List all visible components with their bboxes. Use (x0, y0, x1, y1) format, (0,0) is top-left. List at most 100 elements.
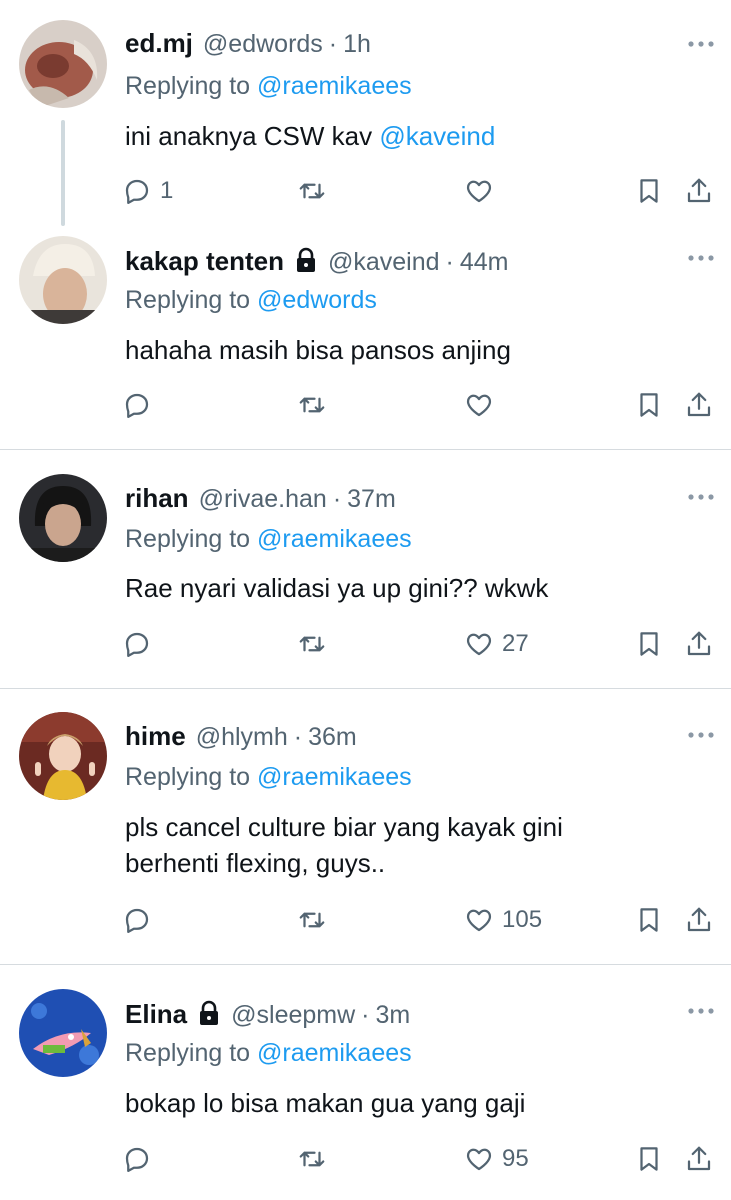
tweet[interactable]: rihan @rivae.han · 37m Replying to @raem… (0, 450, 731, 689)
share-button[interactable] (684, 624, 714, 664)
like-button[interactable]: 95 (464, 1139, 529, 1179)
display-name[interactable]: Elina (125, 999, 187, 1030)
tweet-text: pls cancel culture biar yang kayak gini … (125, 809, 685, 881)
user-handle[interactable]: @edwords (203, 30, 323, 59)
tweet-text: ini anaknya CSW kav @kaveind (125, 118, 685, 154)
reply-icon (125, 393, 149, 418)
tweet[interactable]: ed.mj @edwords · 1h Replying to @raemika… (0, 0, 731, 228)
bookmark-icon (640, 632, 658, 656)
retweet-button[interactable] (296, 900, 328, 940)
bookmark-icon (640, 393, 658, 417)
replying-to: Replying to @raemikaees (125, 525, 412, 554)
replying-to-label: Replying to (125, 525, 251, 553)
reply-button[interactable] (122, 624, 160, 664)
more-options-icon[interactable] (687, 493, 715, 501)
separator-dot: · (445, 248, 454, 276)
tweet-mention[interactable]: @kaveind (379, 121, 495, 151)
tweet-text-line: pls cancel culture biar yang kayak gini (125, 812, 563, 842)
heart-icon (466, 1148, 492, 1171)
timestamp[interactable]: 37m (347, 485, 396, 514)
retweet-button[interactable] (296, 624, 328, 664)
bookmark-icon (640, 1147, 658, 1171)
more-options-icon[interactable] (687, 254, 715, 262)
share-button[interactable] (684, 1139, 714, 1179)
retweet-icon (299, 183, 325, 199)
replying-to-mention[interactable]: @raemikaees (257, 763, 412, 791)
share-button[interactable] (684, 385, 714, 425)
like-button[interactable]: 27 (464, 624, 529, 664)
reply-icon (125, 179, 149, 204)
avatar[interactable] (19, 474, 107, 562)
separator-dot: · (328, 30, 338, 58)
user-handle[interactable]: @sleepmw (231, 1001, 355, 1030)
reply-button[interactable] (122, 385, 160, 425)
replying-to-mention[interactable]: @raemikaees (257, 72, 412, 100)
display-name[interactable]: rihan (125, 483, 189, 514)
reply-button[interactable] (122, 900, 160, 940)
bookmark-button[interactable] (634, 171, 664, 211)
user-handle[interactable]: @rivae.han (199, 485, 327, 514)
timestamp[interactable]: 1h (343, 30, 371, 59)
avatar[interactable] (19, 712, 107, 800)
bookmark-button[interactable] (634, 385, 664, 425)
reply-count: 1 (160, 177, 174, 204)
retweet-icon (299, 636, 325, 652)
tweet[interactable]: kakap tenten @kaveind · 44m Replying to … (0, 228, 731, 450)
timestamp[interactable]: 36m (308, 723, 357, 752)
heart-icon (466, 909, 492, 932)
more-options-icon[interactable] (687, 1007, 715, 1015)
share-button[interactable] (684, 900, 714, 940)
like-button[interactable] (464, 171, 502, 211)
timestamp[interactable]: 3m (376, 1001, 411, 1030)
retweet-button[interactable] (296, 1139, 328, 1179)
heart-icon (466, 633, 492, 656)
like-button[interactable] (464, 385, 502, 425)
more-options-icon[interactable] (687, 731, 715, 739)
retweet-icon (299, 397, 325, 413)
tweet[interactable]: hime @hlymh · 36m Replying to @raemikaee… (0, 689, 731, 965)
user-handle[interactable]: @hlymh (196, 723, 288, 752)
bookmark-button[interactable] (634, 900, 664, 940)
reply-button[interactable]: 1 (122, 171, 173, 211)
retweet-icon (299, 912, 325, 928)
retweet-button[interactable] (296, 171, 328, 211)
like-button[interactable]: 105 (464, 900, 542, 940)
reply-button[interactable] (122, 1139, 160, 1179)
display-name[interactable]: kakap tenten (125, 246, 284, 277)
avatar[interactable] (19, 989, 107, 1077)
avatar-icon (19, 989, 107, 1077)
more-options-icon[interactable] (687, 40, 715, 48)
heart-icon (466, 394, 492, 417)
display-name[interactable]: hime (125, 721, 186, 752)
display-name[interactable]: ed.mj (125, 28, 193, 59)
replying-to-mention[interactable]: @edwords (257, 286, 377, 314)
action-bar: 95 (0, 1139, 731, 1179)
tweet[interactable]: Elina @sleepmw · 3m Replying to @raemika… (0, 965, 731, 1200)
bookmark-button[interactable] (634, 624, 664, 664)
replying-to: Replying to @raemikaees (125, 763, 412, 792)
action-bar: 105 (0, 900, 731, 940)
tweet-text-plain: bokap lo bisa makan gua yang gaji (125, 1088, 526, 1118)
share-icon (687, 631, 711, 656)
user-handle[interactable]: @kaveind (328, 248, 440, 277)
share-icon (687, 178, 711, 203)
avatar[interactable] (19, 20, 107, 108)
avatar[interactable] (19, 236, 107, 324)
avatar-icon (19, 20, 107, 108)
share-icon (687, 907, 711, 932)
like-count: 105 (502, 906, 543, 933)
heart-icon (466, 180, 492, 203)
tweet-text: Rae nyari validasi ya up gini?? wkwk (125, 570, 685, 606)
retweet-button[interactable] (296, 385, 328, 425)
replying-to-label: Replying to (125, 1039, 251, 1067)
replying-to-mention[interactable]: @raemikaees (257, 1039, 412, 1067)
timestamp[interactable]: 44m (460, 248, 509, 277)
replying-to-mention[interactable]: @raemikaees (257, 525, 412, 553)
tweet-text: bokap lo bisa makan gua yang gaji (125, 1085, 685, 1121)
action-bar: 1 (0, 171, 731, 211)
lock-icon (200, 1000, 219, 1025)
tweet-text-plain: Rae nyari validasi ya up gini?? wkwk (125, 573, 549, 603)
tweet-header: Elina @sleepmw · 3m (125, 997, 410, 1033)
bookmark-button[interactable] (634, 1139, 664, 1179)
share-button[interactable] (684, 171, 714, 211)
